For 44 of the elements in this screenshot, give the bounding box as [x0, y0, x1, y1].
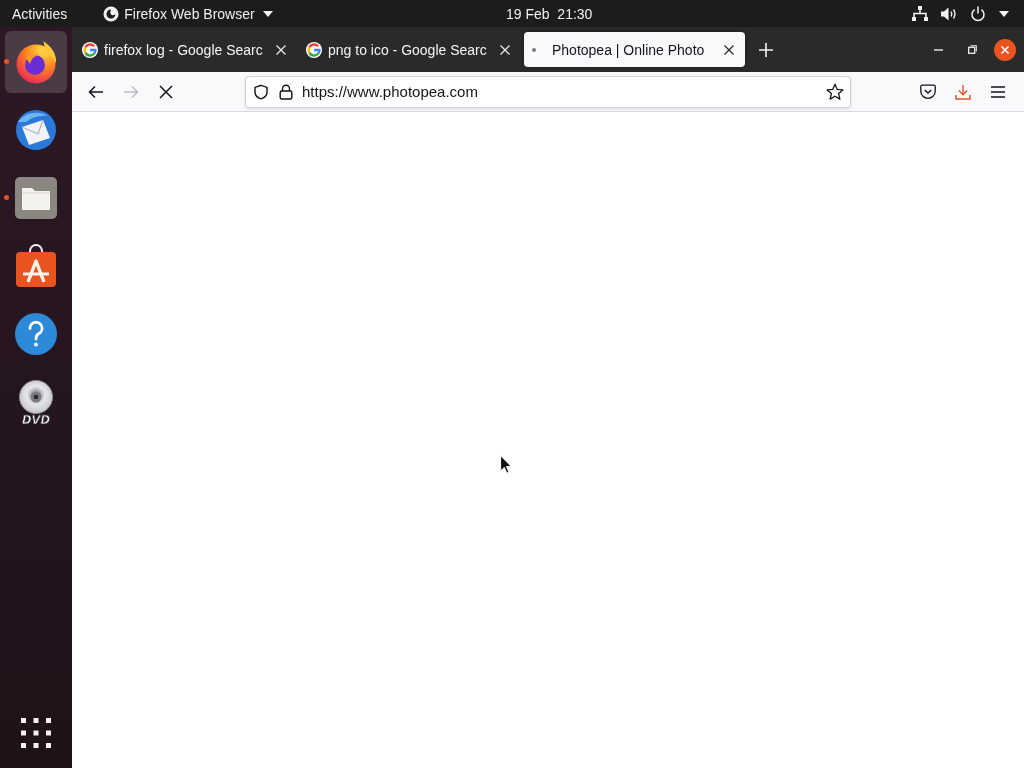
folder-icon	[14, 176, 58, 220]
browser-icon	[14, 40, 58, 84]
tab-title: firefox log - Google Searc	[104, 41, 264, 58]
volume-icon	[941, 6, 957, 21]
restore-icon	[967, 45, 977, 54]
star-icon[interactable]	[826, 82, 844, 101]
browser-tab[interactable]: firefox log - Google Searc	[76, 32, 297, 67]
power-icon	[970, 5, 986, 22]
tab-title: png to ico - Google Searc	[328, 41, 488, 58]
tab-title: Photopea | Online Photo	[552, 41, 706, 58]
browser-logo-icon	[103, 5, 120, 22]
clock-button[interactable]: 19 Feb 21:30	[500, 0, 599, 27]
shield-icon[interactable]	[253, 83, 269, 100]
mouse-pointer-icon	[500, 455, 512, 474]
url-field[interactable]: https://www.photopea.com	[302, 81, 816, 102]
app-menu-button[interactable]: Firefox Web Browser	[101, 0, 275, 27]
activities-button[interactable]: Activities	[0, 0, 80, 27]
shopping-bag-icon	[14, 244, 58, 288]
download-icon	[955, 83, 971, 100]
plus-icon	[759, 42, 773, 57]
dock-item[interactable]: DVD	[5, 371, 67, 433]
left-arrow-icon	[88, 84, 104, 99]
stop-icon	[159, 84, 173, 99]
help-icon	[14, 312, 58, 356]
lock-icon[interactable]	[279, 83, 293, 100]
disc-label: DVD	[22, 412, 50, 424]
mail-icon	[14, 108, 58, 152]
app-grid-icon	[21, 718, 51, 748]
close-icon	[724, 44, 734, 55]
pocket-icon	[920, 84, 936, 99]
close-window-button[interactable]	[994, 38, 1016, 61]
menu-icon	[991, 85, 1005, 98]
caret-icon	[262, 10, 273, 17]
dock-item[interactable]	[5, 31, 67, 93]
browser-tab[interactable]: png to ico - Google Searc	[300, 32, 521, 67]
close-icon	[994, 38, 1016, 61]
right-arrow-icon	[123, 84, 139, 99]
minimize-icon	[933, 48, 943, 51]
network-icon	[912, 6, 928, 21]
address-bar[interactable]: https://www.photopea.com	[245, 75, 851, 108]
caret-icon	[999, 10, 1009, 17]
browser-tab[interactable]: Photopea | Online Photo	[524, 32, 745, 67]
close-icon	[500, 44, 510, 55]
close-icon	[276, 44, 286, 55]
